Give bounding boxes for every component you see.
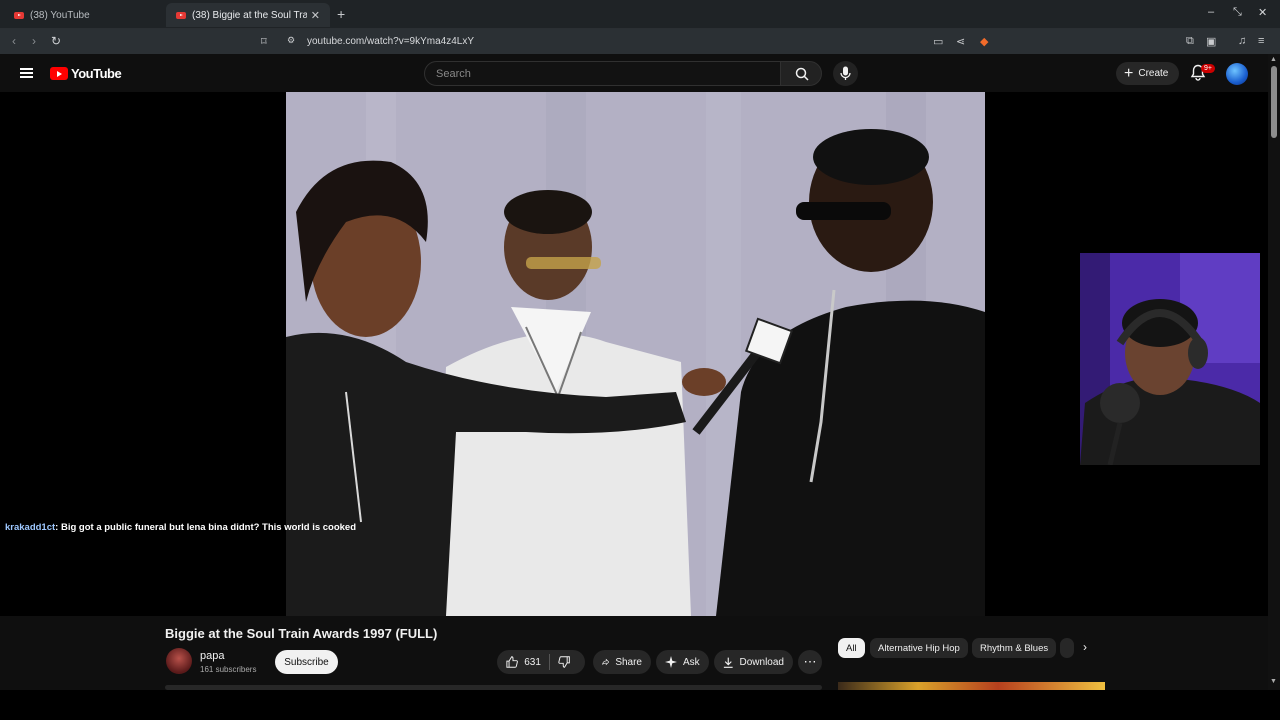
media-icon[interactable]: ♫	[1238, 35, 1246, 47]
address-bar: ‹ › ↻ ⌑ ⚙ youtube.com/watch?v=9kYma4z4Lx…	[0, 29, 1280, 54]
more-actions-button[interactable]: ⋯	[798, 650, 822, 674]
create-button[interactable]: + Create	[1116, 62, 1179, 85]
youtube-logo[interactable]: YouTube	[50, 66, 122, 81]
share-icon	[602, 658, 610, 666]
tab-current-video[interactable]: (38) Biggie at the Soul Train ✕	[166, 3, 330, 27]
video-info-section: Biggie at the Soul Train Awards 1997 (FU…	[0, 616, 1268, 690]
ask-label: Ask	[683, 656, 700, 668]
logo-text: YouTube	[71, 66, 122, 81]
minimize-icon[interactable]: –	[1208, 6, 1214, 18]
chip-all[interactable]: All	[838, 638, 865, 658]
cast-icon[interactable]: ▭	[933, 35, 943, 48]
scroll-up-icon[interactable]: ▲	[1270, 56, 1277, 63]
thumbs-up-icon[interactable]	[506, 655, 518, 669]
brave-shield-icon[interactable]: ◆	[980, 35, 988, 48]
subscriber-count: 161 subscribers	[200, 665, 257, 674]
chat-text: : Big got a public funeral but lena bina…	[55, 522, 357, 533]
microphone-icon	[840, 66, 851, 80]
forward-icon[interactable]: ›	[32, 34, 36, 48]
browser-tab-bar: (38) YouTube (38) Biggie at the Soul Tra…	[0, 0, 1280, 29]
chat-overlay-message: krakadd1ct: Big got a public funeral but…	[5, 522, 356, 533]
youtube-favicon-icon	[176, 11, 186, 19]
search-button[interactable]	[780, 61, 822, 86]
back-icon[interactable]: ‹	[12, 34, 16, 48]
url-field[interactable]: youtube.com/watch?v=9kYma4z4LxY	[307, 36, 474, 47]
scroll-down-icon[interactable]: ▼	[1270, 678, 1277, 685]
share-label: Share	[615, 656, 642, 668]
tab-youtube-home[interactable]: (38) YouTube	[4, 3, 164, 27]
account-avatar[interactable]	[1226, 63, 1248, 85]
taskbar-area	[0, 690, 1280, 720]
new-tab-icon[interactable]: +	[337, 6, 345, 22]
more-horizontal-icon: ⋯	[803, 654, 817, 669]
notification-badge: 9+	[1201, 64, 1215, 73]
download-label: Download	[739, 656, 784, 668]
youtube-play-icon	[50, 67, 68, 80]
channel-name[interactable]: papa	[200, 650, 224, 662]
video-player[interactable]: krakadd1ct: Big got a public funeral but…	[0, 92, 1268, 616]
chat-username: krakadd1ct	[5, 522, 56, 533]
search-icon	[795, 67, 809, 81]
tab-title: (38) YouTube	[30, 9, 90, 21]
chevron-right-icon[interactable]: ›	[1083, 640, 1087, 654]
plus-icon: +	[1124, 64, 1134, 82]
wallet-icon[interactable]: ▣	[1206, 35, 1216, 48]
channel-avatar[interactable]	[166, 648, 192, 674]
reload-icon[interactable]: ↻	[51, 34, 61, 48]
streamer-webcam-overlay	[1080, 253, 1260, 465]
scrollbar-thumb[interactable]	[1271, 66, 1277, 138]
site-info-icon[interactable]: ⚙	[287, 35, 295, 46]
ask-button[interactable]: Ask	[656, 650, 709, 674]
chip-rhythm-blues[interactable]: Rhythm & Blues	[972, 638, 1057, 658]
restore-icon[interactable]: ⤡	[1233, 6, 1242, 19]
recommended-video-thumbnail[interactable]	[838, 682, 1105, 690]
sparkle-icon	[665, 656, 677, 668]
like-dislike-group: 631	[497, 650, 585, 674]
video-title: Biggie at the Soul Train Awards 1997 (FU…	[165, 626, 438, 641]
like-divider	[548, 654, 550, 670]
guide-menu-icon[interactable]	[20, 68, 33, 78]
share-page-icon[interactable]: ⋖	[956, 35, 965, 48]
webcam-image	[1080, 253, 1260, 465]
thumbs-down-icon[interactable]	[558, 655, 570, 669]
youtube-header: YouTube Search + Create 9+	[0, 54, 1268, 92]
extensions-icon[interactable]: ⧉	[1186, 35, 1194, 48]
page-scrollbar[interactable]: ▲ ▼	[1268, 54, 1280, 690]
voice-search-button[interactable]	[833, 61, 858, 86]
youtube-favicon-icon	[14, 11, 24, 19]
search-input[interactable]: Search	[424, 61, 782, 86]
bookmark-icon[interactable]: ⌑	[261, 35, 267, 48]
chip-alternative-hip-hop[interactable]: Alternative Hip Hop	[870, 638, 968, 658]
share-button[interactable]: Share	[593, 650, 651, 674]
tab-close-icon[interactable]: ✕	[311, 9, 320, 22]
video-frame[interactable]	[286, 92, 985, 616]
chip-partial[interactable]	[1060, 638, 1074, 658]
video-scene-image	[286, 92, 985, 616]
download-icon	[723, 657, 733, 668]
download-button[interactable]: Download	[714, 650, 793, 674]
window-close-icon[interactable]: ✕	[1258, 6, 1267, 19]
tab-title: (38) Biggie at the Soul Train	[192, 9, 307, 21]
menu-icon[interactable]: ≡	[1258, 35, 1264, 47]
like-count[interactable]: 631	[524, 657, 541, 668]
subscribe-button[interactable]: Subscribe	[275, 650, 338, 674]
create-label: Create	[1138, 68, 1169, 79]
